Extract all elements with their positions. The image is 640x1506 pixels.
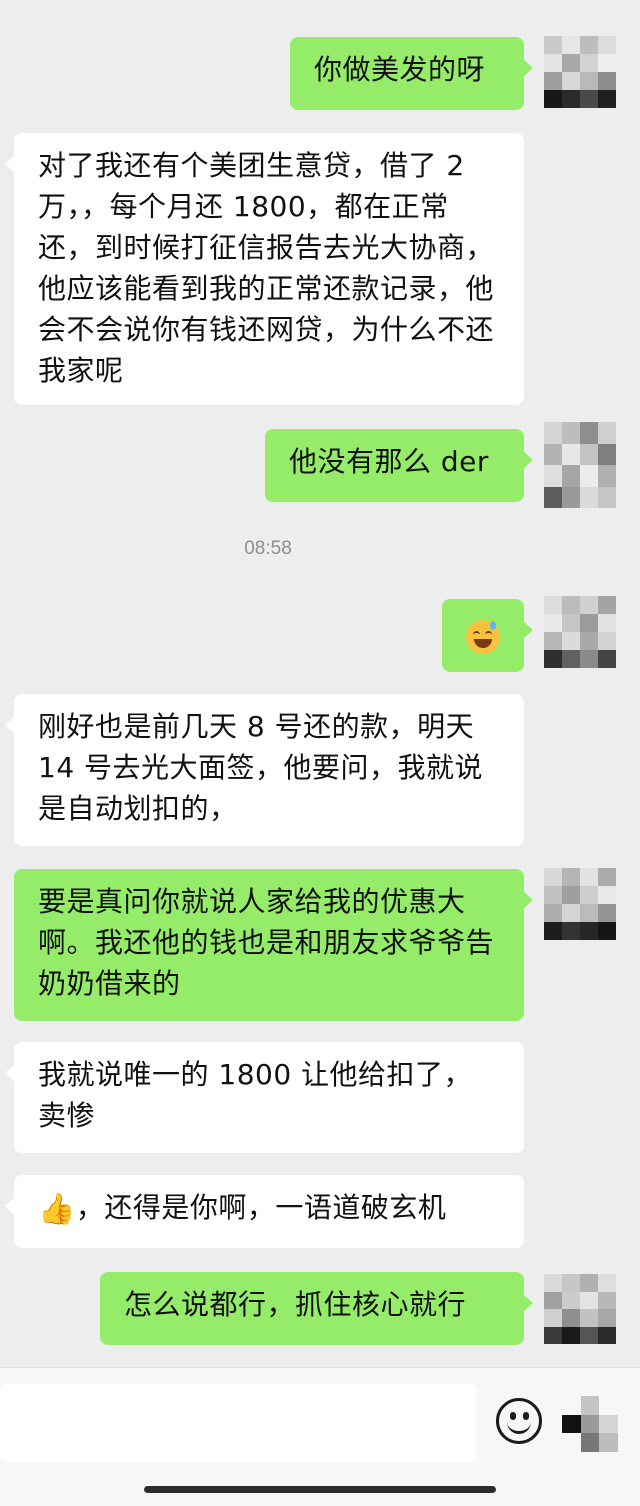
message-bubble-outgoing[interactable]: 要是真问你就说人家给我的优惠大啊。我还他的钱也是和朋友求爷爷告奶奶借来的 — [14, 869, 533, 1021]
message-text: 他没有那么 der — [289, 445, 489, 478]
message-bubble-incoming[interactable]: 刚好也是前几天 8 号还的款，明天 14 号去光大面签，他要问，我就说是自动划扣… — [5, 694, 524, 846]
message-text: 要是真问你就说人家给我的优惠大啊。我还他的钱也是和朋友求爷爷告奶奶借来的 — [38, 885, 495, 1000]
message-bubble-incoming[interactable]: 对了我还有个美团生意贷，借了 2 万，，每个月还 1800，都在正常还，到时候打… — [5, 133, 524, 405]
message-row: 怎么说都行，抓住核心就行 — [0, 1265, 640, 1365]
sweat-laugh-emoji-icon — [466, 620, 500, 654]
bubble-tail — [5, 1197, 15, 1215]
message-row: 你做美发的呀 — [0, 0, 640, 120]
bubble-tail — [523, 621, 533, 639]
bubble-tail — [5, 716, 15, 734]
message-text: 你做美发的呀 — [314, 53, 486, 86]
avatar[interactable] — [544, 1274, 616, 1344]
bubble-tail — [5, 1064, 15, 1082]
avatar[interactable] — [544, 596, 616, 668]
bubble-tail — [523, 59, 533, 77]
message-bubble-outgoing[interactable]: 他没有那么 der — [265, 429, 533, 502]
avatar[interactable] — [544, 422, 616, 508]
message-bubble-outgoing[interactable]: 你做美发的呀 — [290, 37, 533, 110]
message-input[interactable] — [0, 1384, 476, 1462]
thumbs-up-emoji-icon: 👍 — [38, 1191, 76, 1227]
plus-icon[interactable] — [562, 1396, 618, 1452]
message-row: 要是真问你就说人家给我的优惠大啊。我还他的钱也是和朋友求爷爷告奶奶借来的 — [0, 860, 640, 1035]
message-row: 对了我还有个美团生意贷，借了 2 万，，每个月还 1800，都在正常还，到时候打… — [0, 120, 640, 420]
message-bubble-incoming[interactable]: 👍，还得是你啊，一语道破玄机 — [5, 1175, 524, 1248]
bubble-tail — [523, 1294, 533, 1312]
message-bubble-outgoing[interactable] — [442, 599, 533, 672]
avatar[interactable] — [544, 868, 616, 940]
avatar[interactable] — [544, 36, 616, 108]
bubble-tail — [523, 451, 533, 469]
message-text: 我就说唯一的 1800 让他给扣了，卖惨 — [38, 1058, 473, 1132]
message-text: 刚好也是前几天 8 号还的款，明天 14 号去光大面签，他要问，我就说是自动划扣… — [38, 710, 484, 825]
bubble-tail — [523, 891, 533, 909]
message-text: ，还得是你啊，一语道破玄机 — [75, 1191, 447, 1224]
home-indicator[interactable] — [144, 1486, 496, 1493]
timestamp: 08:58 — [244, 538, 292, 559]
message-bubble-incoming[interactable]: 我就说唯一的 1800 让他给扣了，卖惨 — [5, 1042, 524, 1153]
chat-input-bar — [0, 1367, 640, 1506]
message-bubble-outgoing[interactable]: 怎么说都行，抓住核心就行 — [100, 1272, 533, 1345]
message-text: 怎么说都行，抓住核心就行 — [124, 1288, 467, 1321]
message-row: 我就说唯一的 1800 让他给扣了，卖惨 — [0, 1035, 640, 1165]
message-row: 👍，还得是你啊，一语道破玄机 — [0, 1165, 640, 1265]
message-text: 对了我还有个美团生意贷，借了 2 万，，每个月还 1800，都在正常还，到时候打… — [38, 149, 495, 387]
message-row: 他没有那么 der — [0, 420, 640, 530]
message-row — [0, 590, 640, 690]
message-row: 刚好也是前几天 8 号还的款，明天 14 号去光大面签，他要问，我就说是自动划扣… — [0, 690, 640, 860]
bubble-tail — [5, 155, 15, 173]
smile-icon[interactable] — [496, 1398, 542, 1444]
